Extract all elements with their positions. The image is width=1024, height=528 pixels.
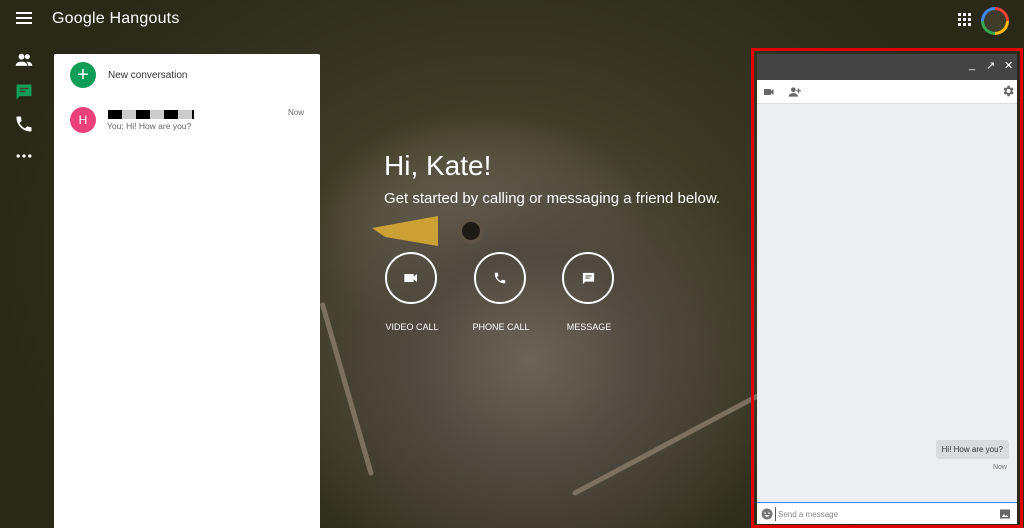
new-conversation-label: New conversation [108, 69, 188, 81]
message-time: Now [992, 464, 1007, 471]
message-input[interactable] [775, 507, 975, 521]
message-preview: You: Hi! How are you? [107, 121, 192, 131]
image-icon[interactable] [999, 508, 1011, 520]
video-call-label: VIDEO CALL [385, 322, 439, 332]
new-conversation-button[interactable]: + New conversation [70, 62, 187, 88]
chat-titlebar: _ ↗ ✕ [757, 54, 1017, 80]
message-label: MESSAGE [566, 322, 612, 332]
video-camera-icon [404, 274, 417, 282]
close-icon[interactable]: ✕ [1004, 59, 1013, 72]
greeting-subtitle: Get started by calling or messaging a fr… [384, 190, 721, 207]
video-call-icon[interactable] [762, 86, 776, 98]
message-button[interactable]: MESSAGE [562, 252, 616, 332]
phone-calls-icon[interactable] [14, 114, 34, 134]
contact-avatar: H [70, 107, 96, 133]
video-call-button[interactable]: VIDEO CALL [385, 252, 439, 332]
chat-input-bar [757, 502, 1017, 524]
conversations-icon[interactable] [14, 82, 34, 102]
conversation-list-panel: + New conversation H You: Hi! How are yo… [54, 54, 320, 528]
conversation-time: Now [287, 108, 304, 117]
more-icon[interactable] [14, 146, 34, 166]
message-bubble: Hi! How are you? [935, 440, 1009, 459]
phone-call-button[interactable]: PHONE CALL [472, 252, 530, 332]
chat-toolbar [757, 80, 1017, 104]
add-person-icon[interactable] [787, 85, 802, 99]
bird-eye [462, 222, 480, 240]
apps-grid-icon[interactable] [958, 13, 972, 27]
emoji-icon[interactable] [761, 508, 773, 520]
minimize-icon[interactable]: _ [969, 59, 975, 71]
contact-name-redacted [108, 110, 194, 119]
settings-gear-icon[interactable] [1001, 84, 1015, 98]
pop-out-icon[interactable]: ↗ [986, 59, 995, 72]
greeting-title: Hi, Kate! [384, 150, 492, 181]
chat-window: _ ↗ ✕ Hi! How are you? Now [751, 48, 1023, 528]
account-avatar[interactable] [981, 7, 1009, 35]
conversation-item[interactable]: H You: Hi! How are you? Now [70, 106, 310, 140]
app-title: Google Hangouts [52, 10, 180, 27]
phone-call-label: PHONE CALL [472, 322, 530, 332]
chat-messages-area: Hi! How are you? Now [757, 104, 1017, 502]
phone-icon [494, 272, 506, 284]
main-menu-icon[interactable] [16, 12, 32, 26]
contacts-icon[interactable] [14, 50, 34, 70]
message-icon [582, 272, 594, 284]
plus-icon: + [70, 62, 96, 88]
